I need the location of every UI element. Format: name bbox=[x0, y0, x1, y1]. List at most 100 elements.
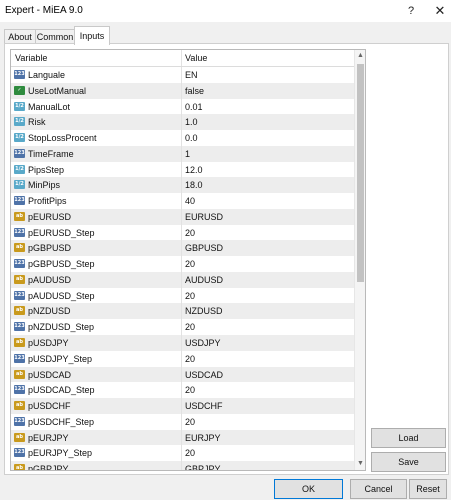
table-row[interactable]: ab pGBPJPY GBPJPY bbox=[11, 461, 354, 470]
cell-divider bbox=[181, 145, 182, 162]
variable-value[interactable]: GBPJPY bbox=[185, 464, 221, 470]
close-button[interactable]: ✕ bbox=[431, 3, 449, 19]
help-button[interactable]: ? bbox=[402, 3, 420, 19]
variable-value[interactable]: 20 bbox=[185, 448, 195, 458]
table-row[interactable]: ab pGBPUSD GBPUSD bbox=[11, 240, 354, 257]
cell-divider bbox=[181, 335, 182, 351]
cell-divider bbox=[181, 429, 182, 446]
save-button[interactable]: Save bbox=[371, 452, 446, 472]
table-row[interactable]: 1/2 StopLossProcent 0.0 bbox=[11, 130, 354, 146]
variable-value[interactable]: 18.0 bbox=[185, 180, 203, 190]
table-row[interactable]: ab pAUDUSD AUDUSD bbox=[11, 271, 354, 288]
table-row[interactable]: 1/2 Risk 1.0 bbox=[11, 114, 354, 131]
table-row[interactable]: ab pUSDCAD USDCAD bbox=[11, 366, 354, 383]
table-row[interactable]: 123 pUSDCHF_Step 20 bbox=[11, 413, 354, 430]
variable-value[interactable]: NZDUSD bbox=[185, 306, 223, 316]
variable-value[interactable]: EN bbox=[185, 70, 198, 80]
scroll-up-icon[interactable]: ▲ bbox=[355, 50, 365, 62]
tab-inputs[interactable]: Inputs bbox=[74, 26, 110, 45]
variable-name: Languale bbox=[28, 70, 66, 80]
variable-value[interactable]: USDCHF bbox=[185, 401, 223, 411]
string-icon: ab bbox=[14, 338, 25, 348]
tab-common[interactable]: Common bbox=[35, 29, 75, 44]
variable-value[interactable]: 20 bbox=[185, 354, 195, 364]
tab-about[interactable]: About bbox=[4, 29, 36, 44]
variable-value[interactable]: EURUSD bbox=[185, 212, 223, 222]
cell-divider bbox=[181, 177, 182, 194]
header-value[interactable]: Value bbox=[185, 53, 207, 63]
variable-name: pAUDUSD_Step bbox=[28, 290, 95, 301]
variable-name: StopLossProcent bbox=[28, 133, 97, 144]
reset-button[interactable]: Reset bbox=[409, 479, 447, 499]
table-row[interactable]: 123 TimeFrame 1 bbox=[11, 145, 354, 162]
table-row[interactable]: 123 pNZDUSD_Step 20 bbox=[11, 319, 354, 336]
variable-name: pEURUSD_Step bbox=[28, 227, 95, 238]
cell-divider bbox=[181, 461, 182, 470]
variable-value[interactable]: EURJPY bbox=[185, 433, 221, 443]
scroll-thumb[interactable] bbox=[357, 64, 364, 282]
table-row[interactable]: ab pUSDJPY USDJPY bbox=[11, 335, 354, 351]
integer-icon: 123 bbox=[14, 259, 25, 269]
table-row[interactable]: 123 pEURUSD_Step 20 bbox=[11, 224, 354, 241]
table-row[interactable]: ab pNZDUSD NZDUSD bbox=[11, 303, 354, 320]
variable-value[interactable]: 40 bbox=[185, 196, 195, 206]
variable-value[interactable]: false bbox=[185, 86, 204, 96]
table-row[interactable]: ab pUSDCHF USDCHF bbox=[11, 398, 354, 414]
variable-value[interactable]: AUDUSD bbox=[185, 275, 223, 285]
variable-value[interactable]: 12.0 bbox=[185, 165, 203, 175]
variable-value[interactable]: 0.01 bbox=[185, 102, 203, 112]
table-row[interactable]: 123 Languale EN bbox=[11, 67, 354, 83]
load-button[interactable]: Load bbox=[371, 428, 446, 448]
cell-divider bbox=[181, 366, 182, 383]
table-row[interactable]: 123 pAUDUSD_Step 20 bbox=[11, 287, 354, 304]
variable-value[interactable]: 20 bbox=[185, 259, 195, 269]
variable-name: pNZDUSD_Step bbox=[28, 322, 95, 333]
variable-name: pUSDCHF_Step bbox=[28, 416, 95, 427]
cell-divider bbox=[181, 82, 182, 99]
variable-value[interactable]: 20 bbox=[185, 291, 195, 301]
vertical-scrollbar[interactable]: ▲ ▼ bbox=[354, 50, 365, 470]
cell-divider bbox=[181, 445, 182, 462]
table-row[interactable]: 123 pUSDJPY_Step 20 bbox=[11, 350, 354, 367]
integer-icon: 123 bbox=[14, 70, 25, 79]
variable-value[interactable]: USDJPY bbox=[185, 338, 221, 348]
header-variable[interactable]: Variable bbox=[15, 53, 47, 63]
variable-name: pEURUSD bbox=[28, 211, 72, 222]
variable-value[interactable]: 20 bbox=[185, 322, 195, 332]
variable-value[interactable]: 0.0 bbox=[185, 133, 198, 143]
table-row[interactable]: 1/2 PipsStep 12.0 bbox=[11, 161, 354, 178]
variable-name: pGBPUSD_Step bbox=[28, 259, 95, 270]
cell-divider bbox=[181, 114, 182, 131]
cell-divider bbox=[181, 413, 182, 430]
variable-name: ManualLot bbox=[28, 101, 71, 112]
variable-name: pUSDCAD_Step bbox=[28, 385, 95, 396]
variable-value[interactable]: 20 bbox=[185, 228, 195, 238]
scroll-down-icon[interactable]: ▼ bbox=[355, 458, 365, 470]
table-row[interactable]: 123 pUSDCAD_Step 20 bbox=[11, 382, 354, 399]
variable-value[interactable]: 20 bbox=[185, 385, 195, 395]
integer-icon: 123 bbox=[14, 148, 25, 158]
table-row[interactable]: 1/2 ManualLot 0.01 bbox=[11, 98, 354, 115]
table-row[interactable]: 1/2 MinPips 18.0 bbox=[11, 177, 354, 194]
cell-divider bbox=[181, 98, 182, 115]
cell-divider bbox=[181, 382, 182, 399]
cell-divider bbox=[181, 193, 182, 209]
variable-value[interactable]: USDCAD bbox=[185, 370, 223, 380]
cell-divider bbox=[181, 303, 182, 320]
table-row[interactable]: 123 ProfitPips 40 bbox=[11, 193, 354, 209]
table-row[interactable]: ✓ UseLotManual false bbox=[11, 82, 354, 99]
table-row[interactable]: ab pEURJPY EURJPY bbox=[11, 429, 354, 446]
variable-value[interactable]: GBPUSD bbox=[185, 243, 223, 253]
ok-button[interactable]: OK bbox=[274, 479, 343, 499]
integer-icon: 123 bbox=[14, 322, 25, 332]
column-divider[interactable] bbox=[181, 50, 182, 66]
table-row[interactable]: 123 pEURJPY_Step 20 bbox=[11, 445, 354, 462]
table-row[interactable]: 123 pGBPUSD_Step 20 bbox=[11, 256, 354, 272]
variable-value[interactable]: 1 bbox=[185, 149, 190, 159]
variable-value[interactable]: 20 bbox=[185, 417, 195, 427]
cell-divider bbox=[181, 240, 182, 257]
cell-divider bbox=[181, 130, 182, 146]
cancel-button[interactable]: Cancel bbox=[350, 479, 407, 499]
variable-value[interactable]: 1.0 bbox=[185, 117, 198, 127]
table-row[interactable]: ab pEURUSD EURUSD bbox=[11, 208, 354, 225]
